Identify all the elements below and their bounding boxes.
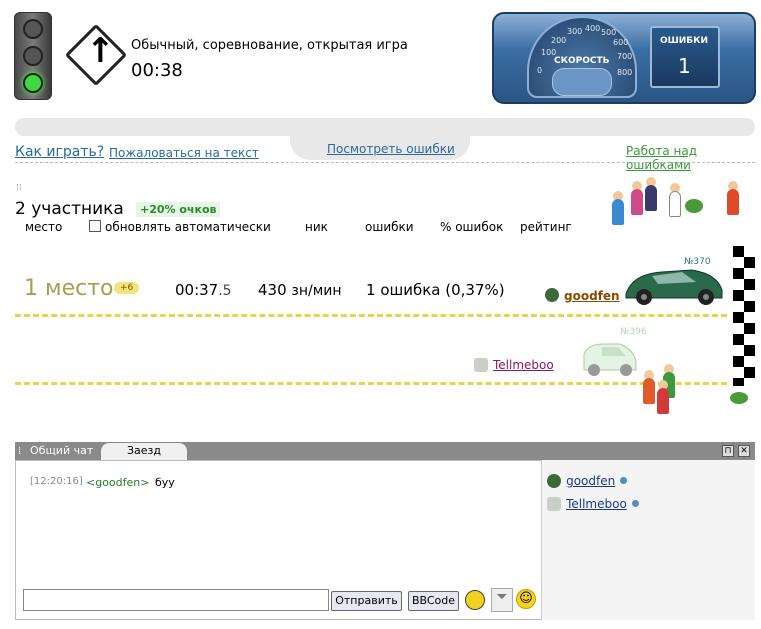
view-errors-link[interactable]: Посмотреть ошибки [327, 142, 455, 156]
race-errors-count: 1 [366, 281, 376, 299]
game-timer: 00:38 [131, 60, 183, 81]
errors-count: 1 [678, 54, 691, 78]
track-lane-2 [15, 382, 727, 385]
gauge-tick: 500 [601, 28, 617, 37]
chat-grip-icon: ⁞ [18, 446, 22, 457]
chat-user-item: goodfen [547, 470, 639, 489]
chat-user-list: goodfen Tellmeboo [547, 470, 639, 512]
glasses-smiley-icon[interactable] [465, 590, 485, 610]
drag-handle-icon: ⁞⁞ [16, 183, 22, 193]
errors-label: ОШИБКИ [660, 36, 709, 46]
user-avatar-icon [474, 358, 488, 372]
race-time-fraction: .5 [218, 283, 232, 299]
tab-general-chat[interactable]: Общий чат [30, 444, 93, 457]
race-errors: 1 ошибка (0,37%) [366, 281, 505, 299]
complain-link[interactable]: Пожаловаться на текст [109, 146, 259, 160]
chat-message-nick[interactable]: <goodfen> [86, 476, 149, 489]
info-icon[interactable] [620, 477, 628, 484]
work-on-errors-link[interactable]: Работа над ошибками [626, 144, 761, 172]
place-bonus-badge: +6 [114, 282, 140, 294]
bonus-badge: +20% очков [136, 202, 221, 217]
race-speed: 430 зн/мин [258, 281, 342, 299]
cheering-fans-icon [640, 364, 680, 414]
chat-message-time: [12:20:16] [30, 476, 83, 487]
pin-icon[interactable]: ⊓ [722, 445, 734, 457]
user-avatar-icon [545, 288, 559, 302]
speed-display [552, 68, 612, 96]
gauge-tick: 300 [567, 27, 583, 36]
race-time-main: 00:37 [175, 281, 219, 299]
chat-user-goodfen[interactable]: goodfen [566, 474, 615, 488]
player-nick-tellmeboo[interactable]: Tellmeboo [493, 358, 554, 372]
col-errors: ошибки [365, 220, 414, 234]
user-avatar-icon [547, 496, 561, 511]
col-errors-percent: % ошибок [440, 220, 504, 234]
player-nick-goodfen[interactable]: goodfen [564, 289, 620, 303]
col-nick: ник [305, 220, 328, 234]
race-time: 00:37.5 [175, 281, 232, 299]
spectators-crowd-icon [607, 175, 747, 225]
auto-update-checkbox[interactable] [89, 220, 101, 232]
gauge-tick: 0 [537, 66, 543, 75]
race-car-icon [583, 343, 637, 376]
bush-icon [730, 392, 748, 404]
filter-icon[interactable]: ⏷ [491, 588, 513, 612]
finish-flag-icon [733, 246, 755, 386]
chat-user-item: Tellmeboo [547, 493, 639, 512]
smiley-icon[interactable]: ☺ [516, 589, 536, 609]
track-lane-1 [15, 314, 727, 317]
gauge-tick: 400 [585, 24, 601, 33]
divider [15, 162, 755, 163]
traffic-light-icon [14, 12, 52, 100]
auto-update-label[interactable]: обновлять автоматически [105, 220, 271, 234]
how-to-play-link[interactable]: Как играть? [15, 144, 104, 160]
race-car-icon [625, 269, 723, 305]
gauge-tick: 800 [617, 68, 633, 77]
user-avatar-icon [547, 473, 561, 488]
chat-message-text: буу [155, 476, 175, 489]
gauge-tick: 700 [617, 52, 633, 61]
participants-count: 2 участника [15, 199, 124, 219]
car-number: №396 [620, 327, 647, 337]
player-place: 1 место [24, 276, 114, 301]
send-button[interactable]: Отправить [331, 591, 402, 611]
typing-progress-bar [15, 118, 755, 136]
green-lamp [23, 73, 43, 93]
chat-input[interactable] [23, 589, 329, 611]
close-icon[interactable]: ✕ [738, 445, 750, 457]
bbcode-button[interactable]: BBCode [408, 591, 459, 611]
race-speed-value: 430 [258, 281, 287, 299]
red-lamp [23, 19, 43, 39]
yellow-lamp [23, 46, 43, 66]
race-speed-unit: зн/мин [291, 283, 342, 299]
col-place: место [25, 220, 63, 234]
gauge-tick: 600 [613, 38, 629, 47]
speed-label: СКОРОСТЬ [554, 56, 610, 66]
chat-user-tellmeboo[interactable]: Tellmeboo [566, 497, 627, 511]
info-icon[interactable] [631, 500, 639, 507]
race-errors-text: ошибка (0,37%) [380, 281, 505, 299]
gauge-tick: 200 [551, 36, 567, 45]
game-title: Обычный, соревнование, открытая игра [131, 38, 408, 53]
arrow-up-icon: ↑ [86, 31, 115, 71]
col-rating: рейтинг [520, 220, 572, 234]
tab-race-chat[interactable]: Заезд [101, 443, 187, 460]
